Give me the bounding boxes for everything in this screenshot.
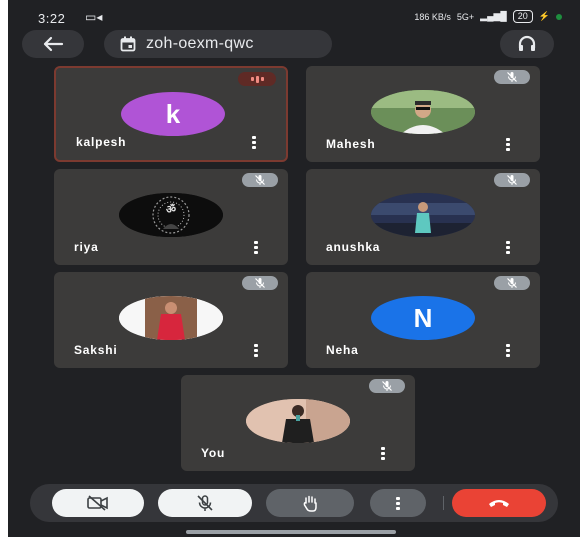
more-options-icon[interactable] xyxy=(254,241,258,255)
more-options-icon[interactable] xyxy=(506,138,510,152)
avatar-initial: k xyxy=(165,98,181,129)
net-speed: 186 KB/s xyxy=(414,11,451,22)
participant-tile[interactable]: N Neha xyxy=(306,272,540,368)
participant-name: Mahesh xyxy=(326,137,376,151)
participant-name: Sakshi xyxy=(74,343,118,357)
status-time: 3:22 xyxy=(38,11,66,26)
avatar: k xyxy=(121,92,225,136)
more-options-button[interactable] xyxy=(370,489,426,517)
participant-tile[interactable]: anushka xyxy=(306,169,540,265)
mic-off-icon xyxy=(242,276,278,290)
signal-icon: ▂▄▆█ xyxy=(480,11,507,21)
avatar xyxy=(371,193,475,237)
participant-tile[interactable]: Mahesh xyxy=(306,66,540,162)
participant-name: anushka xyxy=(326,240,381,254)
raise-hand-icon xyxy=(303,495,317,512)
speaking-indicator-icon xyxy=(238,72,276,86)
headphones-icon xyxy=(518,35,536,51)
meeting-info-button[interactable]: zoh-oexm-qwc xyxy=(104,30,332,58)
mic-off-icon xyxy=(197,495,213,511)
more-options-icon[interactable] xyxy=(381,447,385,461)
battery-level: 20 xyxy=(512,10,533,23)
meet-screen: 3:22 ▭◂ 186 KB/s 5G+ ▂▄▆█ 20 ⚡ zoh-oexm-… xyxy=(8,0,580,537)
mic-off-icon xyxy=(494,276,530,290)
privacy-dot-icon xyxy=(556,13,562,20)
participant-tile[interactable]: k kalpesh xyxy=(54,66,288,162)
end-call-button[interactable] xyxy=(452,489,546,517)
mic-off-icon xyxy=(242,173,278,187)
screen-record-icon: ▭◂ xyxy=(85,10,103,24)
camera-off-icon xyxy=(87,495,108,511)
mic-off-icon xyxy=(494,70,530,84)
participant-name: kalpesh xyxy=(76,135,127,149)
back-button[interactable] xyxy=(22,30,84,58)
audio-output-button[interactable] xyxy=(500,30,554,58)
raise-hand-button[interactable] xyxy=(266,489,354,517)
participant-name: You xyxy=(201,446,226,460)
avatar: N xyxy=(371,296,475,340)
mic-toggle-button[interactable] xyxy=(158,489,252,517)
calendar-icon xyxy=(120,36,136,52)
more-options-icon[interactable] xyxy=(254,344,258,358)
charging-icon: ⚡ xyxy=(538,11,550,21)
mic-off-icon xyxy=(369,379,405,393)
participant-name: Neha xyxy=(326,343,359,357)
home-indicator[interactable] xyxy=(186,530,396,534)
avatar xyxy=(119,296,223,340)
avatar xyxy=(246,399,350,443)
more-options-icon[interactable] xyxy=(252,136,256,150)
more-options-icon xyxy=(396,496,400,510)
call-controls-bar xyxy=(30,484,558,522)
end-call-icon xyxy=(489,500,509,507)
status-indicators: 186 KB/s 5G+ ▂▄▆█ 20 ⚡ xyxy=(414,10,562,23)
back-arrow-icon xyxy=(43,36,64,52)
avatar xyxy=(371,90,475,134)
participant-name: riya xyxy=(74,240,99,254)
controls-divider xyxy=(443,496,444,510)
more-options-icon[interactable] xyxy=(506,344,510,358)
avatar-initial: N xyxy=(413,302,433,333)
avatar: ॐ xyxy=(119,193,223,237)
more-options-icon[interactable] xyxy=(506,241,510,255)
network-type: 5G+ xyxy=(456,11,475,22)
meeting-code: zoh-oexm-qwc xyxy=(146,35,254,52)
svg-text:ॐ: ॐ xyxy=(166,203,176,216)
participant-tile[interactable]: ॐ riya xyxy=(54,169,288,265)
mic-off-icon xyxy=(494,173,530,187)
participant-tile[interactable]: Sakshi xyxy=(54,272,288,368)
camera-toggle-button[interactable] xyxy=(52,489,144,517)
self-tile[interactable]: You xyxy=(181,375,415,471)
